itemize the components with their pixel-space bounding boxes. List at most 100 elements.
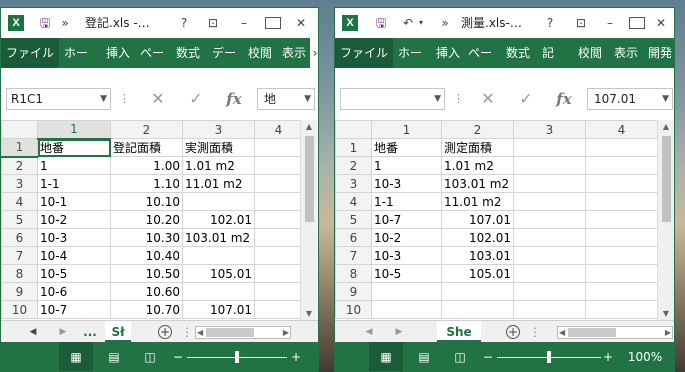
cell[interactable]: 10-3 bbox=[37, 228, 111, 247]
cell[interactable]: 10-3 bbox=[371, 174, 442, 193]
cell[interactable] bbox=[182, 192, 255, 211]
cell[interactable] bbox=[513, 210, 586, 229]
cell[interactable]: 地番 bbox=[37, 138, 111, 157]
cell[interactable]: 1.01 m2 bbox=[441, 156, 514, 175]
cell[interactable] bbox=[513, 138, 586, 157]
scroll-down-icon[interactable]: ▼ bbox=[301, 309, 317, 318]
cell[interactable] bbox=[254, 174, 303, 193]
cell[interactable] bbox=[182, 246, 255, 265]
row-header[interactable]: 1 bbox=[1, 138, 38, 158]
cell[interactable] bbox=[371, 282, 442, 301]
cell[interactable] bbox=[585, 300, 658, 319]
zoom-in-icon[interactable]: + bbox=[289, 342, 303, 371]
row-header[interactable]: 7 bbox=[335, 246, 372, 265]
select-all-corner[interactable] bbox=[335, 120, 372, 139]
cell[interactable] bbox=[513, 156, 586, 175]
scroll-thumb[interactable] bbox=[305, 136, 314, 222]
add-sheet-icon[interactable]: + bbox=[506, 325, 520, 339]
ribbon-scroll-right-icon[interactable]: › bbox=[310, 38, 318, 68]
cell[interactable] bbox=[513, 192, 586, 211]
row-header[interactable]: 5 bbox=[335, 210, 372, 229]
enter-icon[interactable]: ✓ bbox=[513, 88, 539, 110]
cell[interactable]: 105.01 bbox=[441, 264, 514, 283]
sheet-ellipsis[interactable]: ... bbox=[81, 321, 99, 343]
normal-view-icon[interactable]: ▦ bbox=[59, 342, 93, 371]
normal-view-icon[interactable]: ▦ bbox=[369, 342, 403, 371]
cell[interactable] bbox=[513, 246, 586, 265]
tab-view[interactable]: 表示 bbox=[279, 38, 309, 68]
tab-page-layout[interactable]: ペー bbox=[137, 38, 167, 68]
horizontal-scrollbar[interactable]: ◀ ▶ bbox=[557, 326, 673, 339]
tab-developer[interactable]: 開発 bbox=[645, 38, 674, 68]
cell[interactable] bbox=[585, 264, 658, 283]
cell[interactable] bbox=[513, 174, 586, 193]
cell[interactable] bbox=[254, 282, 303, 301]
column-header[interactable]: 3 bbox=[513, 120, 586, 139]
tab-home[interactable]: ホー bbox=[61, 38, 91, 68]
save-icon[interactable]: 🖫 bbox=[373, 15, 389, 31]
cell[interactable]: 1 bbox=[371, 156, 442, 175]
cell[interactable]: 10-7 bbox=[37, 300, 111, 319]
scroll-left-icon[interactable]: ◀ bbox=[559, 322, 565, 344]
cell[interactable]: 1.10 bbox=[110, 174, 183, 193]
scroll-thumb[interactable] bbox=[662, 136, 671, 222]
cell[interactable] bbox=[585, 174, 658, 193]
cell[interactable] bbox=[441, 282, 514, 301]
zoom-out-icon[interactable]: − bbox=[481, 342, 495, 371]
cell[interactable]: 1.00 bbox=[110, 156, 183, 175]
cell[interactable]: 102.01 bbox=[441, 228, 514, 247]
save-icon[interactable]: 🖫 bbox=[37, 15, 53, 31]
cell[interactable] bbox=[441, 300, 514, 319]
cell[interactable] bbox=[254, 300, 303, 319]
cell[interactable] bbox=[513, 282, 586, 301]
cell[interactable]: 登記面積 bbox=[110, 138, 183, 157]
row-header[interactable]: 7 bbox=[1, 246, 38, 265]
row-header[interactable]: 8 bbox=[335, 264, 372, 283]
row-header[interactable]: 9 bbox=[335, 282, 372, 301]
ribbon-display-icon[interactable]: ⊡ bbox=[573, 15, 589, 31]
cell[interactable]: 10.10 bbox=[110, 192, 183, 211]
zoom-out-icon[interactable]: − bbox=[171, 342, 185, 371]
column-header[interactable]: 1 bbox=[37, 120, 111, 140]
row-header[interactable]: 10 bbox=[335, 300, 372, 319]
cell[interactable] bbox=[585, 228, 658, 247]
vertical-scrollbar[interactable]: ▲ ▼ bbox=[657, 120, 674, 320]
cell[interactable]: 1.01 m2 bbox=[182, 156, 255, 175]
cell[interactable]: 地番 bbox=[371, 138, 442, 157]
tab-file[interactable]: ファイル bbox=[1, 38, 59, 68]
cell[interactable]: 10-5 bbox=[37, 264, 111, 283]
scroll-right-icon[interactable]: ▶ bbox=[283, 322, 289, 344]
tab-review[interactable]: 校閲 bbox=[575, 38, 605, 68]
zoom-in-icon[interactable]: + bbox=[601, 342, 615, 371]
zoom-slider-knob[interactable] bbox=[235, 351, 239, 363]
cell[interactable]: 10-7 bbox=[371, 210, 442, 229]
cell[interactable]: 実測面積 bbox=[182, 138, 255, 157]
more-commands-icon[interactable]: » bbox=[439, 15, 451, 31]
minimize-icon[interactable]: – bbox=[237, 15, 251, 31]
cell[interactable]: 107.01 bbox=[182, 300, 255, 319]
cell[interactable] bbox=[513, 228, 586, 247]
insert-function-icon[interactable]: fx bbox=[551, 88, 577, 110]
cell[interactable] bbox=[585, 138, 658, 157]
tab-formulas[interactable]: 数式 bbox=[503, 38, 533, 68]
cell[interactable]: 10-4 bbox=[37, 246, 111, 265]
close-icon[interactable]: ✕ bbox=[293, 15, 309, 31]
cell[interactable]: 103.01 m2 bbox=[182, 228, 255, 247]
next-sheet-icon[interactable]: ▶ bbox=[393, 321, 405, 343]
row-header[interactable]: 2 bbox=[1, 156, 38, 175]
cell[interactable] bbox=[254, 192, 303, 211]
tab-home[interactable]: ホー bbox=[395, 38, 425, 68]
cell[interactable] bbox=[254, 264, 303, 283]
cell[interactable]: 10-1 bbox=[37, 192, 111, 211]
zoom-level[interactable]: 100% bbox=[623, 342, 667, 371]
name-box[interactable]: ▼ bbox=[340, 88, 445, 110]
insert-function-icon[interactable]: fx bbox=[221, 88, 247, 110]
tab-data[interactable]: 記 bbox=[537, 38, 559, 68]
chevron-down-icon[interactable]: ▼ bbox=[662, 89, 669, 109]
tab-review[interactable]: 校閲 bbox=[245, 38, 275, 68]
cell[interactable]: 10.60 bbox=[110, 282, 183, 301]
column-header[interactable]: 4 bbox=[585, 120, 658, 139]
row-header[interactable]: 6 bbox=[335, 228, 372, 247]
cell[interactable] bbox=[585, 192, 658, 211]
column-header[interactable]: 4 bbox=[254, 120, 303, 139]
